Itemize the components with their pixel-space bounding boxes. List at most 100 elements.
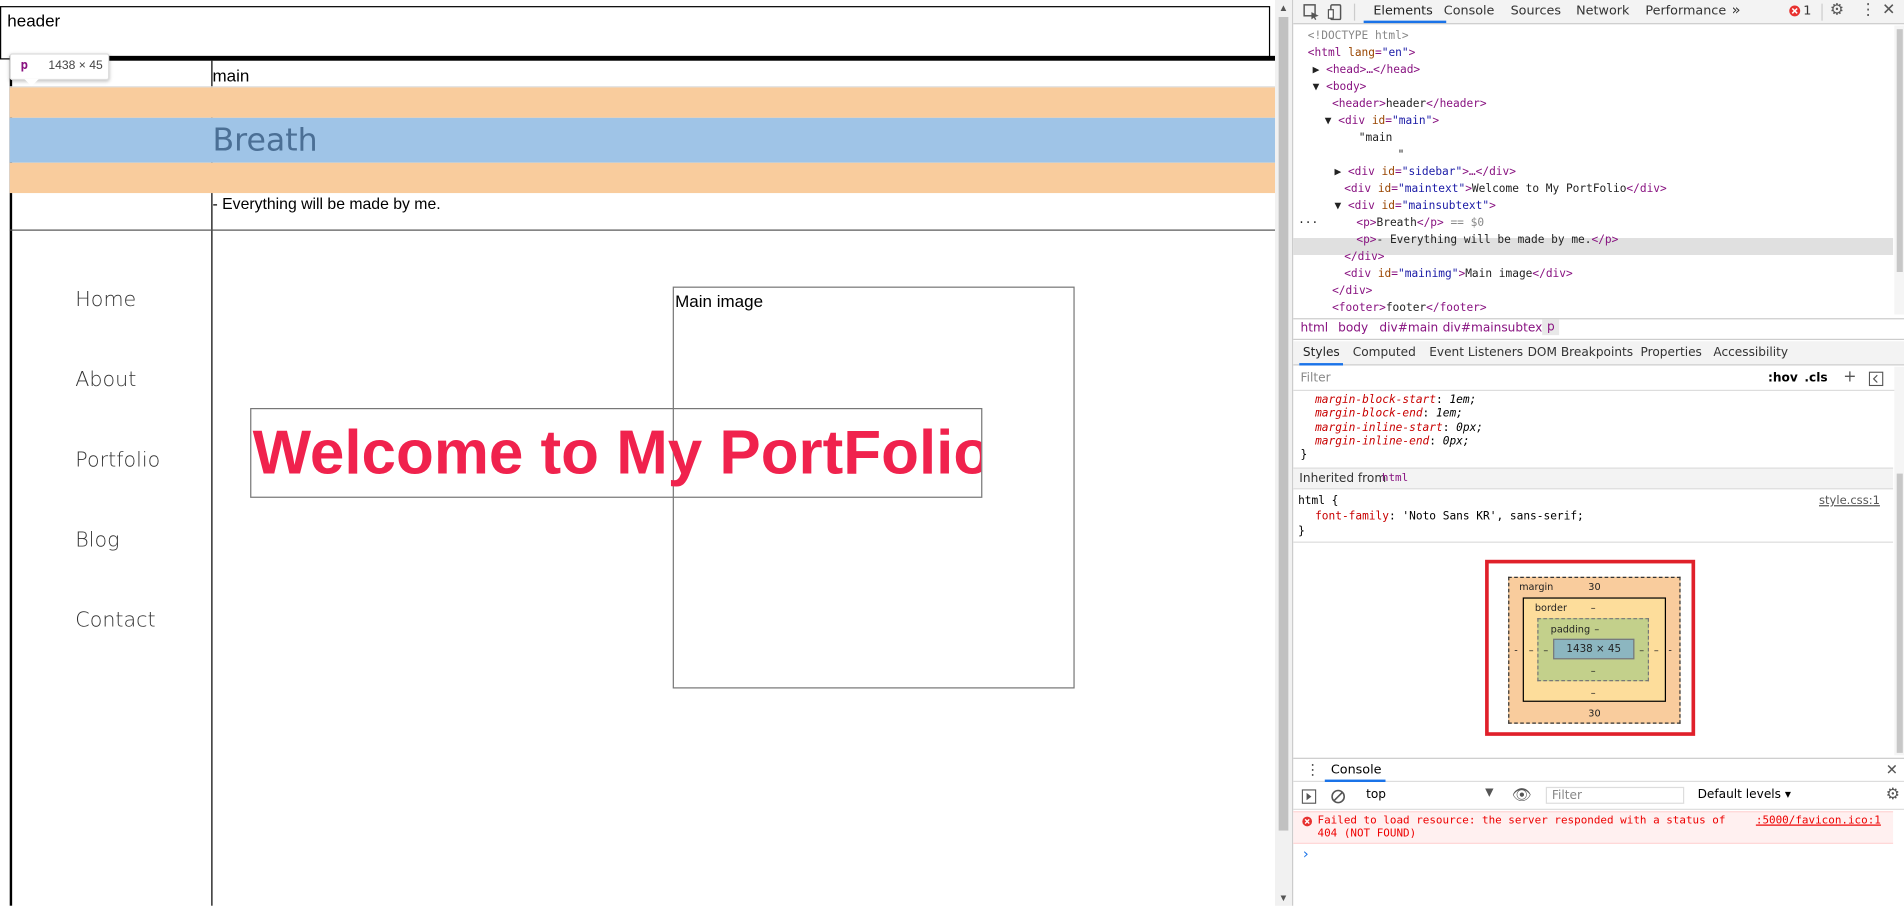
- style-source-link[interactable]: style.css:1: [1819, 494, 1880, 507]
- box-model-border-bottom[interactable]: –: [1591, 687, 1596, 698]
- tab-event-listeners[interactable]: Event Listeners: [1429, 346, 1523, 359]
- tab-performance[interactable]: Performance: [1645, 4, 1726, 19]
- dom-tree-scrollbar-thumb[interactable]: [1896, 29, 1903, 273]
- breadcrumb-p[interactable]: p: [1542, 319, 1560, 336]
- dom-node-header[interactable]: <header>header</header>: [1332, 97, 1487, 110]
- error-count[interactable]: 1: [1803, 4, 1811, 19]
- html-rule-selector[interactable]: html {: [1298, 494, 1338, 507]
- error-source-link[interactable]: :5000/favicon.ico:1: [1756, 815, 1881, 827]
- dom-node-div-close[interactable]: </div>: [1344, 250, 1384, 263]
- dom-node-head[interactable]: ▶ <head>…</head>: [1313, 63, 1421, 76]
- ua-rule-line[interactable]: margin-inline-start: 0px;: [1315, 421, 1483, 434]
- console-prompt[interactable]: ›: [1303, 845, 1309, 862]
- context-dropdown-icon[interactable]: ▼: [1485, 787, 1493, 799]
- cls-toggle[interactable]: .cls: [1804, 372, 1827, 385]
- collapse-arrow-icon[interactable]: ▼: [1335, 199, 1348, 212]
- dom-node-main-close[interactable]: </div>: [1332, 284, 1372, 297]
- dom-node-p-breath[interactable]: <p>Breath</p> == $0: [1356, 216, 1484, 229]
- scroll-up-arrow-icon[interactable]: ▲: [1279, 2, 1289, 13]
- error-count-icon[interactable]: [1789, 5, 1801, 17]
- collapse-arrow-icon[interactable]: ▼: [1325, 114, 1338, 127]
- dom-node-doctype[interactable]: <!DOCTYPE html>: [1308, 29, 1409, 42]
- dom-node-footer[interactable]: <footer>footer</footer>: [1332, 301, 1487, 314]
- device-toggle-icon[interactable]: [1327, 4, 1344, 21]
- console-error-message[interactable]: Failed to load resource: the server resp…: [1293, 811, 1894, 844]
- close-drawer-icon[interactable]: ✕: [1886, 761, 1898, 778]
- inspect-element-icon[interactable]: [1303, 4, 1320, 21]
- console-settings-gear-icon[interactable]: ⚙: [1886, 786, 1900, 804]
- highlight-margin-top: [9, 87, 1276, 118]
- breadcrumb-body[interactable]: body: [1338, 322, 1368, 335]
- box-model-padding-top[interactable]: –: [1594, 624, 1599, 635]
- console-filter-input[interactable]: Filter: [1545, 786, 1685, 804]
- context-selector[interactable]: top: [1366, 788, 1386, 801]
- toolbar-separator: [1821, 3, 1823, 21]
- ua-rule-line[interactable]: margin-inline-end: 0px;: [1315, 435, 1470, 448]
- tab-properties[interactable]: Properties: [1641, 346, 1702, 359]
- live-expression-eye-icon[interactable]: 👁: [1512, 787, 1532, 805]
- box-model-margin-left[interactable]: -: [1514, 645, 1518, 656]
- dom-node-p-subtext[interactable]: <p>- Everything will be made by me.</p>: [1356, 233, 1618, 246]
- styles-scrollbar-thumb[interactable]: [1896, 473, 1903, 753]
- ua-rule-line[interactable]: margin-block-start: 1em;: [1315, 393, 1476, 406]
- dom-node-html[interactable]: <html lang="en">: [1308, 46, 1416, 59]
- tab-console[interactable]: Console: [1444, 4, 1495, 19]
- tab-network[interactable]: Network: [1576, 4, 1629, 19]
- tab-sources[interactable]: Sources: [1511, 4, 1561, 19]
- tab-dom-breakpoints[interactable]: DOM Breakpoints: [1528, 346, 1634, 359]
- dom-node-ellipsis-icon[interactable]: ···: [1298, 216, 1318, 229]
- close-devtools-icon[interactable]: ✕: [1882, 1, 1895, 19]
- box-model-padding-label: padding: [1550, 624, 1591, 636]
- nav-blog-link[interactable]: Blog: [75, 528, 119, 552]
- tab-computed[interactable]: Computed: [1353, 346, 1416, 359]
- console-drawer-tab[interactable]: Console: [1331, 763, 1382, 778]
- box-model-padding-bottom[interactable]: –: [1591, 665, 1596, 676]
- drawer-menu-icon[interactable]: ⋮: [1305, 761, 1320, 778]
- dom-node-main[interactable]: ▼ <div id="main">: [1325, 114, 1439, 127]
- html-rule-declaration[interactable]: font-family: 'Noto Sans KR', sans-serif;: [1315, 510, 1584, 523]
- box-model-padding-left[interactable]: –: [1543, 645, 1548, 656]
- dom-text-quote[interactable]: ": [1398, 148, 1405, 161]
- console-sidebar-icon[interactable]: [1301, 789, 1317, 804]
- nav-portfolio-link[interactable]: Portfolio: [75, 448, 160, 472]
- box-model-border-left[interactable]: –: [1529, 645, 1534, 656]
- settings-gear-icon[interactable]: ⚙: [1830, 1, 1844, 19]
- box-model-margin-bottom[interactable]: 30: [1588, 708, 1600, 719]
- dom-node-sidebar[interactable]: ▶ <div id="sidebar">…</div>: [1335, 165, 1516, 178]
- dom-node-body[interactable]: ▼ <body>: [1313, 80, 1367, 93]
- expand-arrow-icon[interactable]: ▶: [1313, 63, 1326, 76]
- tab-elements[interactable]: Elements: [1373, 4, 1432, 19]
- collapse-arrow-icon[interactable]: ▼: [1313, 80, 1326, 93]
- log-levels-dropdown[interactable]: Default levels ▾: [1698, 788, 1791, 801]
- toggle-sidebar-icon[interactable]: [1868, 371, 1884, 387]
- scroll-down-arrow-icon[interactable]: ▼: [1279, 893, 1289, 904]
- dom-node-maintext[interactable]: <div id="maintext">Welcome to My PortFol…: [1344, 182, 1667, 195]
- box-model-border-top[interactable]: –: [1591, 602, 1596, 613]
- new-style-rule-icon[interactable]: +: [1843, 368, 1856, 386]
- breadcrumb-div-main[interactable]: div#main: [1379, 322, 1438, 335]
- breadcrumb-html[interactable]: html: [1301, 322, 1329, 335]
- hov-toggle[interactable]: :hov: [1768, 372, 1798, 385]
- page-scrollbar-thumb[interactable]: [1278, 17, 1289, 831]
- breadcrumb-div-mainsubtext[interactable]: div#mainsubtext: [1443, 322, 1547, 335]
- expand-arrow-icon[interactable]: ▶: [1335, 165, 1348, 178]
- styles-filter-input[interactable]: Filter: [1301, 372, 1755, 389]
- dom-text-main[interactable]: "main: [1359, 131, 1393, 144]
- nav-contact-link[interactable]: Contact: [75, 608, 155, 632]
- nav-home-link[interactable]: Home: [75, 288, 136, 312]
- box-model-margin-top[interactable]: 30: [1588, 582, 1600, 593]
- more-options-icon[interactable]: ⋮: [1860, 1, 1876, 19]
- nav-about-link[interactable]: About: [75, 368, 136, 392]
- dom-node-mainsubtext[interactable]: ▼ <div id="mainsubtext">: [1335, 199, 1496, 212]
- box-model-margin-right[interactable]: -: [1668, 645, 1672, 656]
- box-model-border-right[interactable]: –: [1654, 645, 1659, 656]
- tab-styles[interactable]: Styles: [1303, 346, 1340, 359]
- clear-console-icon[interactable]: [1331, 789, 1346, 804]
- box-model-content[interactable]: 1438 × 45: [1553, 638, 1635, 660]
- inherited-from-link[interactable]: html: [1382, 472, 1408, 484]
- box-model-padding-right[interactable]: –: [1639, 645, 1644, 656]
- ua-rule-line[interactable]: margin-block-end: 1em;: [1315, 407, 1463, 420]
- dom-node-mainimg[interactable]: <div id="mainimg">Main image</div>: [1344, 267, 1572, 280]
- tab-accessibility[interactable]: Accessibility: [1713, 346, 1788, 359]
- more-tabs-icon[interactable]: »: [1732, 1, 1741, 18]
